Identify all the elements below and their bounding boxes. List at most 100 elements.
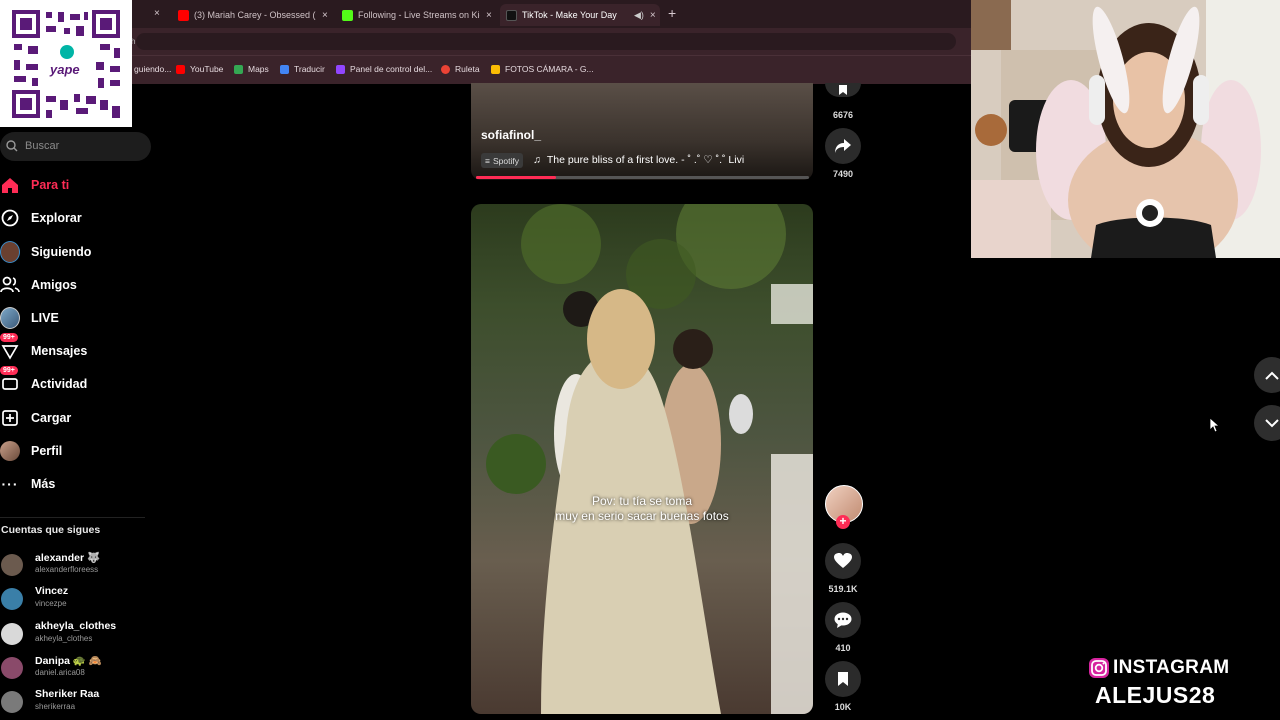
tab-close-button[interactable]: × bbox=[650, 10, 656, 21]
account-item[interactable]: Sheriker Raa sherikerraa bbox=[0, 688, 140, 718]
messages-icon: 99+ bbox=[0, 333, 20, 361]
heart-icon bbox=[834, 553, 852, 568]
compass-icon bbox=[0, 208, 20, 228]
yape-logo: yape bbox=[50, 62, 80, 77]
tab-label: Following - Live Streams on Kic bbox=[358, 10, 480, 20]
tiktok-icon bbox=[506, 9, 517, 21]
account-name: Vincez bbox=[35, 585, 69, 597]
nav-label: Amigos bbox=[31, 278, 77, 292]
roulette-icon bbox=[441, 64, 450, 74]
previous-video-button[interactable] bbox=[1254, 357, 1280, 393]
video-player[interactable] bbox=[471, 204, 813, 714]
music-title: The pure bliss of a first love. - ˚ .˚ ♡… bbox=[546, 154, 745, 166]
avatar bbox=[1, 691, 23, 713]
search-placeholder: Buscar bbox=[25, 140, 60, 152]
bookmark-item[interactable]: guiendo... bbox=[134, 64, 171, 74]
avatar bbox=[1, 623, 23, 645]
nav-explorar[interactable]: Explorar bbox=[0, 206, 82, 230]
account-name: alexander 🐺 bbox=[35, 552, 101, 564]
next-video-button[interactable] bbox=[1254, 405, 1280, 441]
following-accounts-title: Cuentas que sigues bbox=[1, 524, 101, 536]
nav-cargar[interactable]: Cargar bbox=[0, 406, 71, 430]
bookmark-label: Traducir bbox=[294, 64, 325, 74]
maps-icon bbox=[234, 64, 243, 74]
bookmark-item[interactable]: Traducir bbox=[280, 64, 325, 74]
url-field[interactable] bbox=[136, 33, 956, 50]
search-input[interactable]: Buscar bbox=[0, 132, 151, 161]
video-frame bbox=[486, 204, 813, 714]
nav-amigos[interactable]: Amigos bbox=[0, 273, 77, 297]
account-item[interactable]: Danipa 🐢 🙈 daniel.arica08 bbox=[0, 654, 140, 684]
nav-label: LIVE bbox=[31, 311, 59, 325]
video-username[interactable]: sofiafinol_ bbox=[481, 128, 541, 142]
mouse-cursor-icon bbox=[1210, 418, 1220, 433]
tab-label: TikTok - Make Your Day bbox=[522, 10, 617, 20]
activity-icon: 99+ bbox=[0, 366, 20, 394]
bookmark-item[interactable]: Maps bbox=[234, 64, 269, 74]
bookmark-icon bbox=[838, 672, 848, 686]
tab-close-button[interactable]: × bbox=[154, 8, 160, 19]
tab-close-button[interactable]: × bbox=[322, 10, 328, 21]
bookmarks-bar: guiendo... YouTube Maps Traducir Panel d… bbox=[0, 55, 972, 84]
more-icon: ··· bbox=[1, 476, 19, 492]
nav-siguiendo[interactable]: Siguiendo bbox=[0, 240, 91, 264]
upload-icon bbox=[0, 408, 20, 428]
spotify-tag[interactable]: ≡ Spotify bbox=[481, 153, 523, 168]
nav-mas[interactable]: ··· Más bbox=[0, 472, 56, 496]
address-bar: h bbox=[0, 28, 972, 55]
comment-count: 410 bbox=[835, 643, 851, 653]
speaker-icon[interactable]: ◀) bbox=[634, 10, 644, 21]
tab-tiktok[interactable]: TikTok - Make Your Day ◀) × bbox=[500, 4, 660, 26]
like-button[interactable] bbox=[825, 543, 861, 579]
bookmark-item[interactable]: FOTOS CÁMARA - G... bbox=[491, 64, 594, 74]
chevron-down-icon bbox=[1265, 418, 1279, 427]
instagram-handle: ALEJUS28 bbox=[1095, 682, 1216, 708]
nav-label: Para ti bbox=[31, 178, 70, 192]
instagram-icon bbox=[1089, 658, 1109, 678]
chevron-up-icon bbox=[1265, 371, 1279, 380]
tab-youtube[interactable]: (3) Mariah Carey - Obsessed (O × bbox=[172, 4, 332, 26]
nav-label: Explorar bbox=[31, 211, 82, 225]
avatar bbox=[1, 588, 23, 610]
video-progress-bar[interactable] bbox=[476, 176, 809, 179]
tab-close-button[interactable]: × bbox=[486, 10, 492, 21]
youtube-icon bbox=[178, 9, 189, 21]
account-handle: daniel.arica08 bbox=[35, 668, 85, 677]
avatar bbox=[1, 554, 23, 576]
bookmark-label: Maps bbox=[248, 64, 269, 74]
save-count: 10K bbox=[834, 702, 852, 712]
account-item[interactable]: akheyla_clothes akheyla_clothes bbox=[0, 620, 140, 650]
nav-actividad[interactable]: 99+ Actividad bbox=[0, 366, 87, 396]
music-info[interactable]: ♫ The pure bliss of a first love. - ˚ .˚ … bbox=[533, 154, 744, 166]
follow-plus-icon[interactable]: + bbox=[836, 515, 850, 529]
bookmark-item[interactable]: YouTube bbox=[176, 64, 223, 74]
streamer-webcam bbox=[971, 0, 1280, 258]
nav-live[interactable]: LIVE bbox=[0, 306, 59, 330]
nav-label: Mensajes bbox=[31, 344, 88, 358]
comment-button[interactable] bbox=[825, 602, 861, 638]
drive-icon bbox=[491, 64, 500, 74]
messages-badge: 99+ bbox=[0, 333, 18, 342]
nav-para-ti[interactable]: Para ti bbox=[0, 173, 69, 197]
account-item[interactable]: Vincez vincezpe bbox=[0, 585, 140, 615]
account-handle: vincezpe bbox=[35, 599, 67, 608]
new-tab-button[interactable]: + bbox=[668, 5, 676, 21]
bookmark-item[interactable]: Ruleta bbox=[441, 64, 480, 74]
tab-kick[interactable]: Following - Live Streams on Kic × bbox=[336, 4, 496, 26]
music-note-icon: ♫ bbox=[533, 154, 541, 166]
kick-icon bbox=[342, 9, 353, 21]
instagram-title: INSTAGRAM bbox=[1113, 657, 1230, 678]
nav-mensajes[interactable]: 99+ Mensajes bbox=[0, 333, 88, 363]
save-button[interactable] bbox=[825, 661, 861, 697]
activity-badge: 99+ bbox=[0, 366, 18, 375]
save-button[interactable] bbox=[825, 83, 861, 97]
spotify-label: Spotify bbox=[492, 155, 519, 166]
nav-perfil[interactable]: Perfil bbox=[0, 439, 62, 463]
account-item[interactable]: alexander 🐺 alexanderfloreess bbox=[0, 551, 140, 581]
share-button[interactable] bbox=[825, 128, 861, 164]
divider bbox=[0, 517, 145, 518]
progress-fill bbox=[476, 176, 556, 179]
bookmark-item[interactable]: Panel de control del... bbox=[336, 64, 432, 74]
browser-tab-bar: × (3) Mariah Carey - Obsessed (O × Follo… bbox=[0, 0, 972, 28]
live-icon bbox=[0, 307, 20, 329]
